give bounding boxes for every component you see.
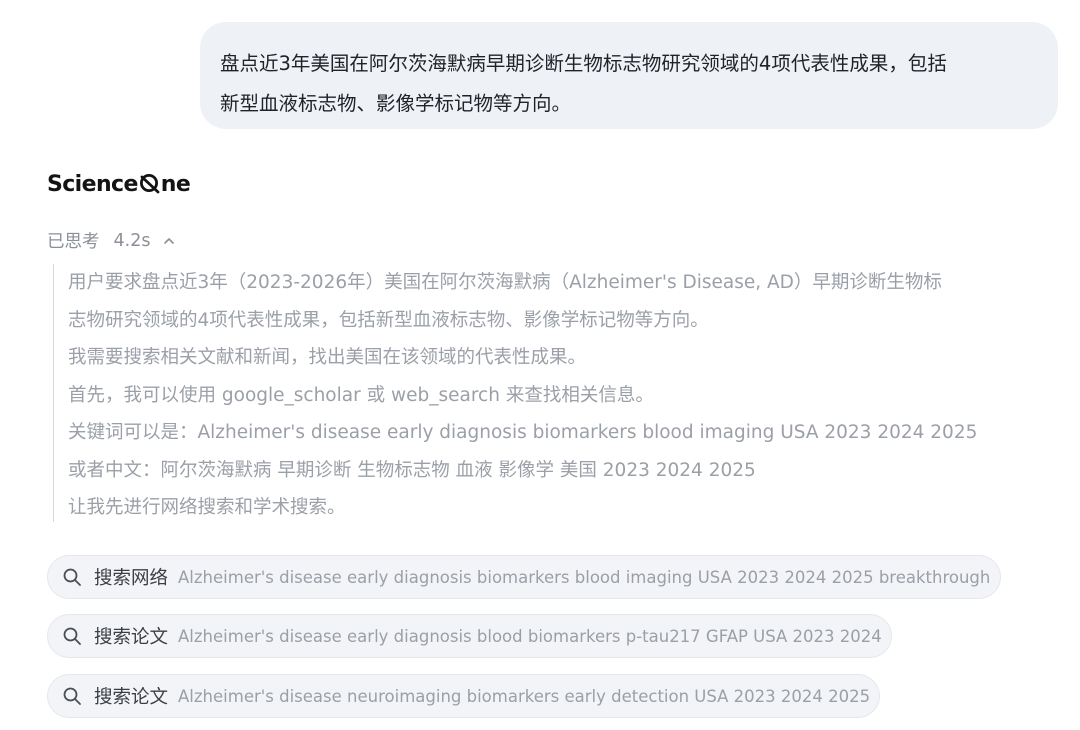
brand-text-part2: ne: [160, 172, 191, 197]
assistant-brand-logo: Science ne: [47, 172, 191, 197]
tool-call-paper-search[interactable]: 搜索论文 Alzheimer's disease early diagnosis…: [47, 614, 892, 658]
thinking-duration: 4.2s: [113, 230, 151, 251]
user-message-line: 新型血液标志物、影像学标记物等方向。: [220, 92, 572, 115]
thinking-content: 用户要求盘点近3年（2023-2026年）美国在阿尔茨海默病（Alzheimer…: [53, 264, 1063, 522]
user-message-bubble: 盘点近3年美国在阿尔茨海默病早期诊断生物标志物研究领域的4项代表性成果，包括 新…: [200, 22, 1058, 129]
thinking-line: 用户要求盘点近3年（2023-2026年）美国在阿尔茨海默病（Alzheimer…: [68, 272, 942, 293]
thinking-line: 我需要搜索相关文献和新闻，找出美国在该领域的代表性成果。: [68, 347, 587, 368]
tool-call-query: Alzheimer's disease neuroimaging biomark…: [178, 686, 871, 706]
search-icon: [62, 686, 82, 706]
tool-call-label: 搜索论文: [94, 687, 169, 708]
tool-call-label: 搜索论文: [94, 627, 169, 648]
user-message-line: 盘点近3年美国在阿尔茨海默病早期诊断生物标志物研究领域的4项代表性成果，包括: [220, 52, 947, 75]
tool-call-query: Alzheimer's disease early diagnosis biom…: [178, 567, 991, 587]
thinking-line: 让我先进行网络搜索和学术搜索。: [68, 497, 346, 518]
search-icon: [62, 567, 82, 587]
thinking-toggle[interactable]: 已思考 4.2s: [47, 228, 176, 253]
chat-page: 盘点近3年美国在阿尔茨海默病早期诊断生物标志物研究领域的4项代表性成果，包括 新…: [0, 0, 1080, 730]
search-icon: [62, 626, 82, 646]
thinking-line: 首先，我可以使用 google_scholar 或 web_search 来查找…: [68, 384, 654, 406]
thinking-line: 志物研究领域的4项代表性成果，包括新型血液标志物、影像学标记物等方向。: [68, 309, 709, 331]
chevron-up-icon[interactable]: [162, 234, 176, 248]
thinking-line: 关键词可以是：Alzheimer's disease early diagnos…: [68, 422, 978, 443]
q-shaped-o-icon: [139, 173, 160, 194]
thinking-line: 或者中文：阿尔茨海默病 早期诊断 生物标志物 血液 影像学 美国 2023 20…: [68, 459, 756, 481]
tool-call-query: Alzheimer's disease early diagnosis bloo…: [178, 626, 882, 646]
tool-call-paper-search[interactable]: 搜索论文 Alzheimer's disease neuroimaging bi…: [47, 674, 880, 718]
tool-call-web-search[interactable]: 搜索网络 Alzheimer's disease early diagnosis…: [47, 555, 1001, 599]
tool-call-label: 搜索网络: [94, 568, 169, 589]
thinking-status: 已思考: [47, 232, 100, 252]
brand-text-part1: Science: [47, 172, 138, 197]
